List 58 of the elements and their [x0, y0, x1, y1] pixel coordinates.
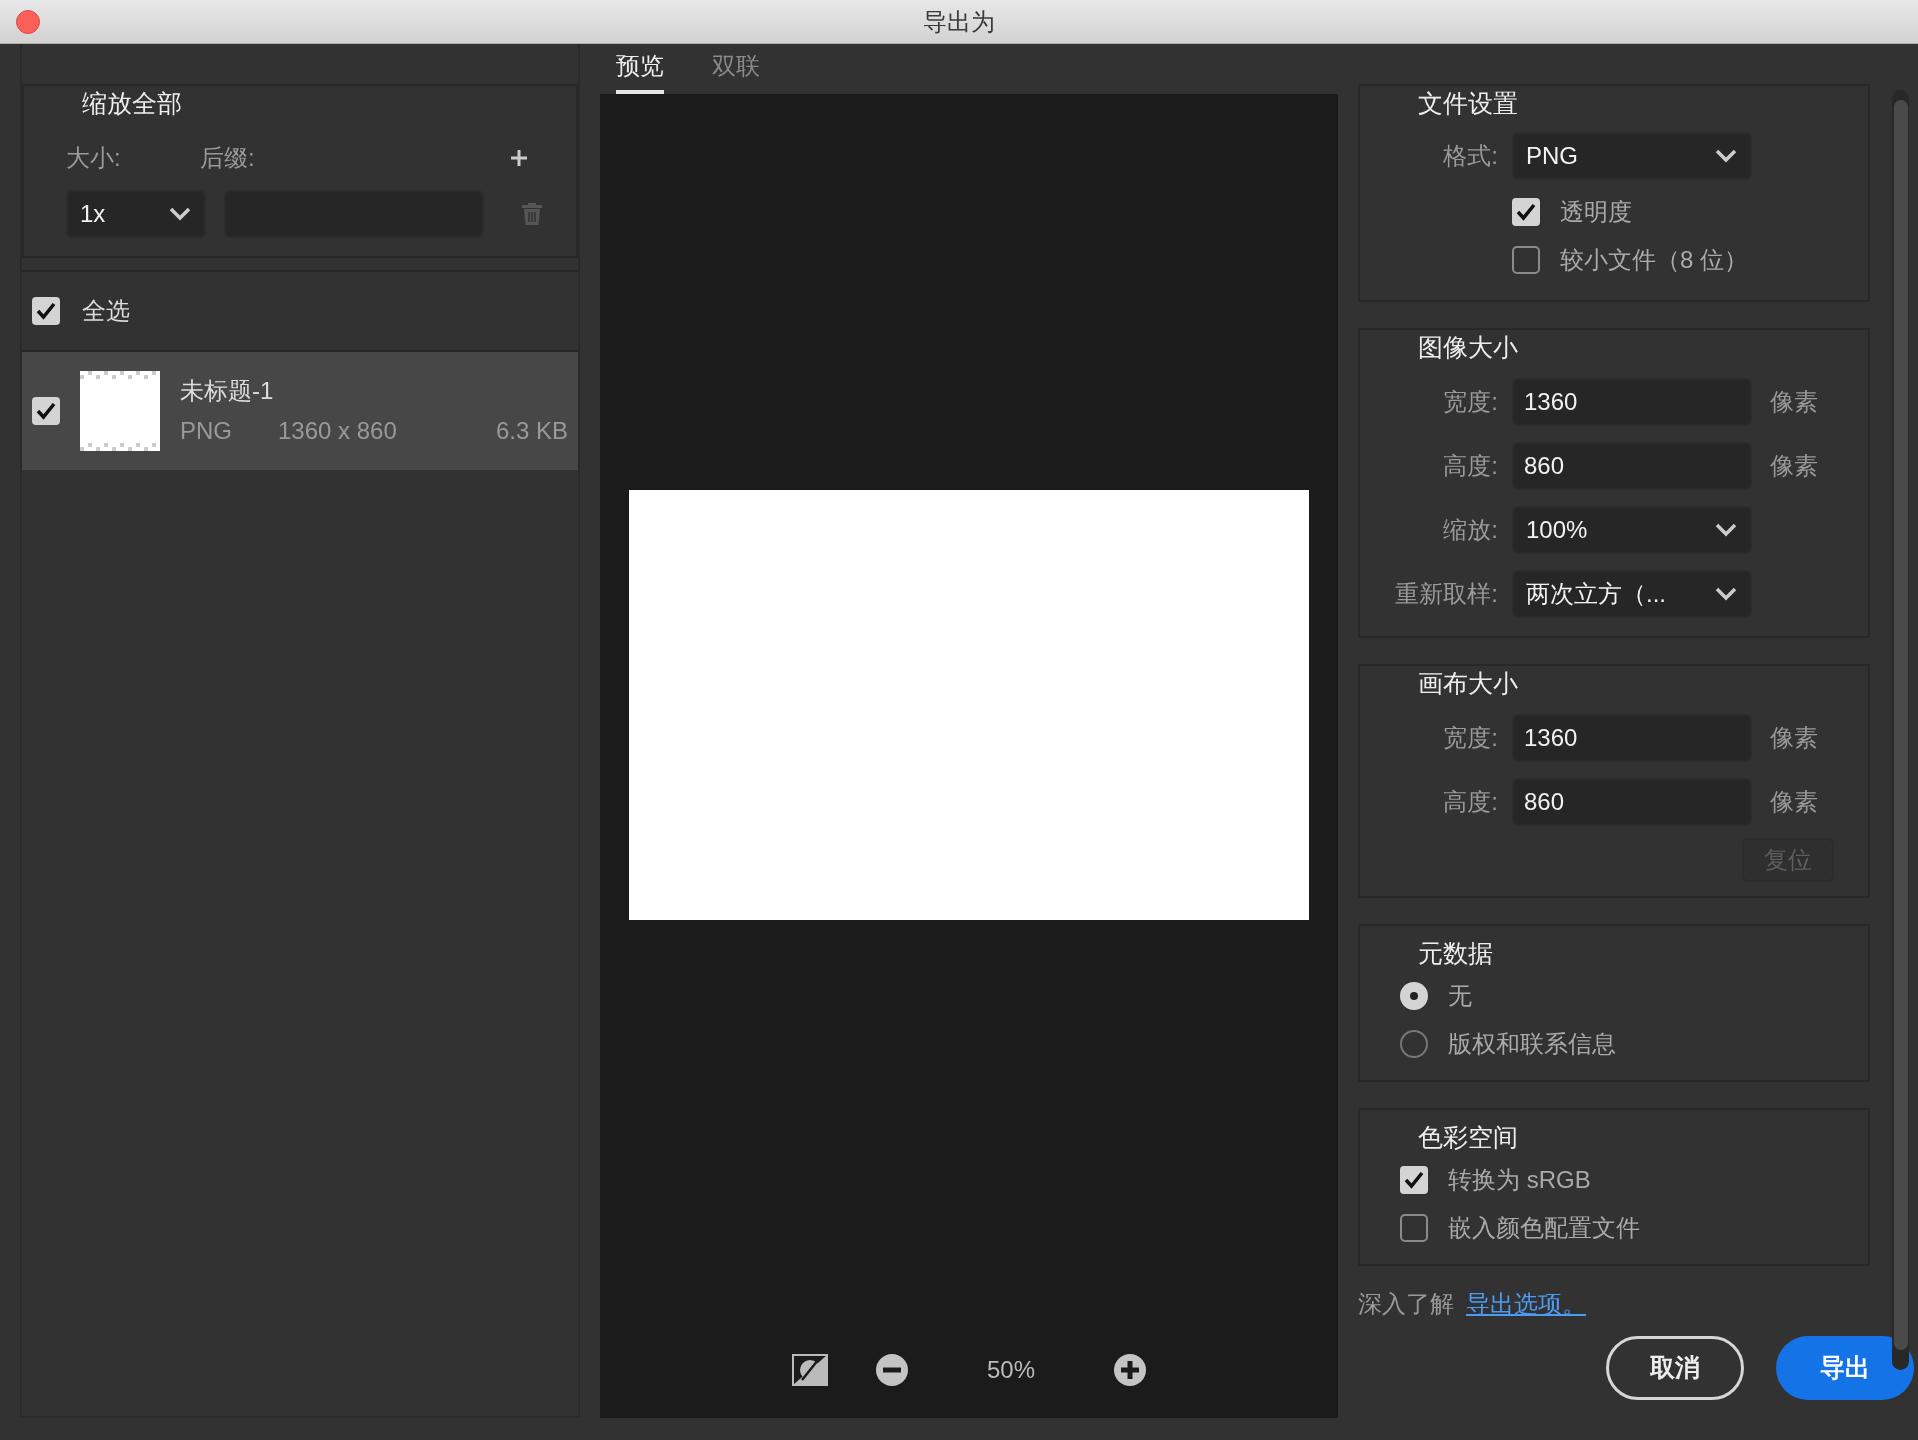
radio-button[interactable]	[1400, 982, 1428, 1010]
field-label: 高度:	[1442, 787, 1499, 817]
unit-label: 像素	[1769, 451, 1818, 481]
option-label: 版权和联系信息	[1448, 1029, 1616, 1059]
unit-label: 像素	[1769, 787, 1818, 817]
radio-button[interactable]	[1400, 1030, 1428, 1058]
option-label: 嵌入颜色配置文件	[1448, 1213, 1640, 1243]
zoom-in-icon[interactable]	[1114, 1354, 1146, 1386]
scrollbar[interactable]	[1892, 90, 1909, 1370]
field-label: 大小:	[65, 143, 122, 173]
checkbox[interactable]	[1400, 1214, 1428, 1242]
plus-icon[interactable]	[510, 149, 528, 167]
checkbox[interactable]	[1400, 1166, 1428, 1194]
field-label: 高度:	[1442, 451, 1499, 481]
asset-name: 未标题-1	[180, 376, 275, 406]
cancel-button[interactable]: 取消	[1606, 1336, 1744, 1400]
chevron-down-icon	[1714, 586, 1738, 602]
dropdown[interactable]: 100%	[1512, 506, 1752, 554]
chevron-down-icon	[1714, 522, 1738, 538]
learn-more-text: 深入了解	[1358, 1289, 1454, 1319]
zoom-level: 50%	[985, 1355, 1036, 1385]
dropdown[interactable]: 两次立方（...	[1512, 570, 1752, 618]
field-label: 格式:	[1442, 141, 1499, 171]
asset-format: PNG	[180, 416, 233, 446]
window-title: 导出为	[923, 6, 995, 37]
chevron-down-icon	[1714, 148, 1738, 164]
field-label: 后缀:	[200, 143, 256, 173]
option-label: 较小文件（8 位）	[1560, 245, 1748, 275]
field-label: 宽度:	[1442, 387, 1499, 417]
export-options-link[interactable]: 导出选项。	[1466, 1286, 1586, 1322]
unit-label: 像素	[1769, 387, 1818, 417]
preview-tab[interactable]: 双联	[712, 48, 760, 94]
input-field[interactable]: 1360	[1512, 714, 1752, 762]
checkbox[interactable]	[1512, 246, 1540, 274]
checkbox[interactable]	[32, 297, 60, 325]
field-label: 重新取样:	[1394, 579, 1499, 609]
field-label: 缩放:	[1442, 515, 1499, 545]
size-dropdown[interactable]: 1x	[66, 190, 206, 238]
checkbox[interactable]	[32, 397, 60, 425]
close-button[interactable]	[16, 10, 40, 34]
option-label: 透明度	[1560, 197, 1632, 227]
select-all-label: 全选	[82, 296, 130, 326]
asset-dimensions: 1360 x 860	[278, 416, 398, 446]
input-field[interactable]: 860	[1512, 442, 1752, 490]
option-label: 转换为 sRGB	[1448, 1165, 1591, 1195]
unit-label: 像素	[1769, 723, 1818, 753]
format-dropdown[interactable]: PNG	[1512, 132, 1752, 180]
export-button[interactable]: 导出	[1776, 1336, 1914, 1400]
chevron-down-icon	[168, 206, 192, 222]
transparency-toggle-icon[interactable]	[792, 1354, 828, 1386]
asset-row[interactable]: 未标题-1 PNG 1360 x 860 6.3 KB	[22, 352, 578, 470]
asset-file-size: 6.3 KB	[495, 416, 568, 446]
input-field[interactable]: 1360	[1512, 378, 1752, 426]
zoom-out-icon[interactable]	[876, 1354, 908, 1386]
option-label: 无	[1448, 981, 1472, 1011]
field-label: 宽度:	[1442, 723, 1499, 753]
checkbox[interactable]	[1512, 198, 1540, 226]
input-field[interactable]: 860	[1512, 778, 1752, 826]
